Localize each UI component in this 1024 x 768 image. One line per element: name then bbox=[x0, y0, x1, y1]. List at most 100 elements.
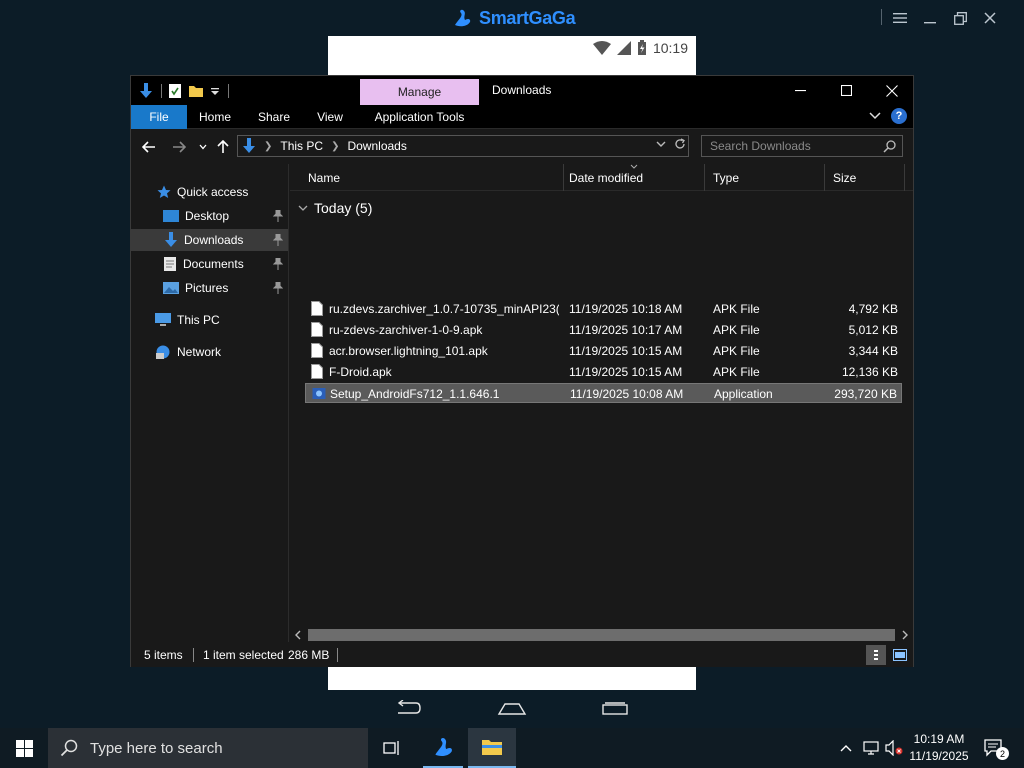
minimize-button[interactable] bbox=[777, 76, 823, 105]
nav-item-label: Documents bbox=[183, 257, 244, 271]
help-icon[interactable]: ? bbox=[891, 108, 907, 124]
android-clock: 10:19 bbox=[652, 40, 688, 56]
nav-quick-access[interactable]: Quick access bbox=[157, 181, 248, 203]
emulator-restore-icon[interactable] bbox=[951, 9, 969, 27]
explorer-titlebar[interactable]: Manage Downloads bbox=[131, 76, 913, 105]
large-icons-view-icon bbox=[893, 649, 907, 661]
up-button[interactable] bbox=[214, 138, 232, 156]
volume-muted-icon bbox=[885, 740, 903, 756]
tab-file[interactable]: File bbox=[131, 105, 187, 129]
tab-share[interactable]: Share bbox=[251, 105, 297, 129]
show-hidden-icons-button[interactable] bbox=[836, 728, 856, 768]
network-tray-button[interactable] bbox=[860, 728, 882, 768]
volume-tray-button[interactable] bbox=[884, 728, 904, 768]
file-icon bbox=[311, 322, 323, 337]
close-button[interactable] bbox=[869, 76, 915, 105]
address-bar[interactable]: ❯ This PC ❯ Downloads bbox=[237, 135, 689, 157]
swan-logo-icon bbox=[455, 9, 471, 27]
emulator-menu-icon[interactable] bbox=[891, 9, 909, 27]
taskbar-search-box[interactable]: Type here to search bbox=[48, 728, 368, 768]
start-button[interactable] bbox=[0, 728, 48, 768]
refresh-icon[interactable] bbox=[674, 138, 686, 150]
scrollbar-thumb[interactable] bbox=[308, 629, 895, 641]
nav-item-pictures[interactable]: Pictures bbox=[163, 277, 288, 299]
file-name: ru.zdevs.zarchiver_1.0.7-10735_minAPI23(… bbox=[329, 302, 559, 316]
file-date-modified: 11/19/2025 10:15 AM bbox=[569, 344, 683, 358]
action-center-button[interactable]: 2 bbox=[978, 728, 1010, 768]
nav-item-desktop[interactable]: Desktop bbox=[163, 205, 288, 227]
taskbar-smartgaga-app[interactable] bbox=[423, 728, 463, 768]
windows-logo-icon bbox=[15, 739, 33, 757]
column-header-type[interactable]: Type bbox=[705, 164, 825, 191]
column-headers: Name Date modified Type Size bbox=[290, 164, 913, 191]
group-header-today[interactable]: Today (5) bbox=[298, 200, 372, 216]
taskbar-clock[interactable]: 10:19 AM 11/19/2025 bbox=[906, 731, 972, 765]
nav-item-this-pc[interactable]: This PC bbox=[155, 309, 220, 331]
nav-item-network[interactable]: Network bbox=[155, 341, 221, 363]
file-icon bbox=[311, 343, 323, 358]
forward-button[interactable] bbox=[170, 138, 188, 156]
scroll-left-icon[interactable] bbox=[294, 630, 301, 640]
file-list-pane[interactable]: Name Date modified Type Size Today (5) r… bbox=[290, 164, 913, 642]
breadcrumb-this-pc[interactable]: This PC bbox=[280, 139, 323, 153]
file-row[interactable]: acr.browser.lightning_101.apk 11/19/2025… bbox=[305, 341, 902, 361]
file-date-modified: 11/19/2025 10:17 AM bbox=[569, 323, 683, 337]
documents-icon bbox=[164, 257, 176, 271]
pin-icon[interactable] bbox=[273, 282, 283, 294]
network-tray-icon bbox=[863, 741, 879, 755]
file-type: Application bbox=[714, 387, 773, 401]
pin-icon[interactable] bbox=[273, 258, 283, 270]
ribbon-tabs: File Home Share View Application Tools ? bbox=[131, 105, 913, 129]
task-view-button[interactable] bbox=[372, 728, 412, 768]
tab-home[interactable]: Home bbox=[193, 105, 237, 129]
search-icon[interactable] bbox=[883, 140, 896, 153]
file-row-selected[interactable]: Setup_AndroidFs712_1.1.646.1 11/19/2025 … bbox=[305, 383, 902, 403]
new-folder-icon[interactable] bbox=[188, 83, 204, 99]
qat-divider bbox=[161, 84, 162, 98]
file-row[interactable]: F-Droid.apk 11/19/2025 10:15 AM APK File… bbox=[305, 362, 902, 382]
group-label: Today (5) bbox=[314, 200, 373, 216]
wifi-icon bbox=[592, 41, 611, 55]
address-dropdown-icon[interactable] bbox=[656, 141, 666, 148]
tab-view[interactable]: View bbox=[309, 105, 351, 129]
tab-manage[interactable]: Manage bbox=[360, 79, 479, 105]
search-input[interactable] bbox=[710, 139, 880, 153]
large-icons-view-button[interactable] bbox=[890, 645, 910, 665]
column-header-name[interactable]: Name bbox=[300, 164, 564, 191]
details-view-button[interactable] bbox=[866, 645, 886, 665]
breadcrumb-downloads[interactable]: Downloads bbox=[347, 139, 406, 153]
clock-date: 11/19/2025 bbox=[909, 749, 969, 763]
taskbar-file-explorer-app[interactable] bbox=[468, 728, 516, 768]
tab-application-tools[interactable]: Application Tools bbox=[360, 105, 479, 129]
horizontal-scrollbar[interactable] bbox=[290, 627, 913, 643]
up-arrow-icon bbox=[217, 140, 229, 153]
android-home-button[interactable] bbox=[497, 700, 529, 720]
file-date-modified: 11/19/2025 10:08 AM bbox=[570, 387, 684, 401]
download-arrow-icon[interactable] bbox=[139, 83, 153, 99]
recent-locations-button[interactable] bbox=[194, 138, 212, 156]
nav-item-documents[interactable]: Documents bbox=[163, 253, 288, 275]
file-type: APK File bbox=[713, 344, 760, 358]
file-icon bbox=[311, 301, 323, 316]
emulator-close-icon[interactable] bbox=[981, 9, 999, 27]
customize-qat-icon[interactable] bbox=[210, 85, 220, 97]
emulator-minimize-icon[interactable] bbox=[921, 9, 939, 27]
chevron-up-icon bbox=[840, 745, 852, 752]
expand-ribbon-icon[interactable] bbox=[869, 112, 881, 120]
file-row[interactable]: ru.zdevs.zarchiver_1.0.7-10735_minAPI23(… bbox=[305, 299, 902, 319]
maximize-button[interactable] bbox=[823, 76, 869, 105]
file-type: APK File bbox=[713, 323, 760, 337]
back-button[interactable] bbox=[140, 138, 158, 156]
nav-item-downloads[interactable]: Downloads bbox=[131, 229, 288, 251]
file-row[interactable]: ru-zdevs-zarchiver-1-0-9.apk 11/19/2025 … bbox=[305, 320, 902, 340]
swan-logo-icon bbox=[435, 737, 452, 756]
column-header-size[interactable]: Size bbox=[825, 164, 905, 191]
file-explorer-window[interactable]: Manage Downloads File Home Share View Ap… bbox=[130, 75, 914, 667]
search-box[interactable] bbox=[701, 135, 903, 157]
pin-icon[interactable] bbox=[273, 234, 283, 246]
pin-icon[interactable] bbox=[273, 210, 283, 222]
android-back-button[interactable] bbox=[394, 699, 426, 720]
android-recents-button[interactable] bbox=[601, 700, 633, 720]
properties-icon[interactable] bbox=[168, 83, 182, 99]
scroll-right-icon[interactable] bbox=[902, 630, 909, 640]
